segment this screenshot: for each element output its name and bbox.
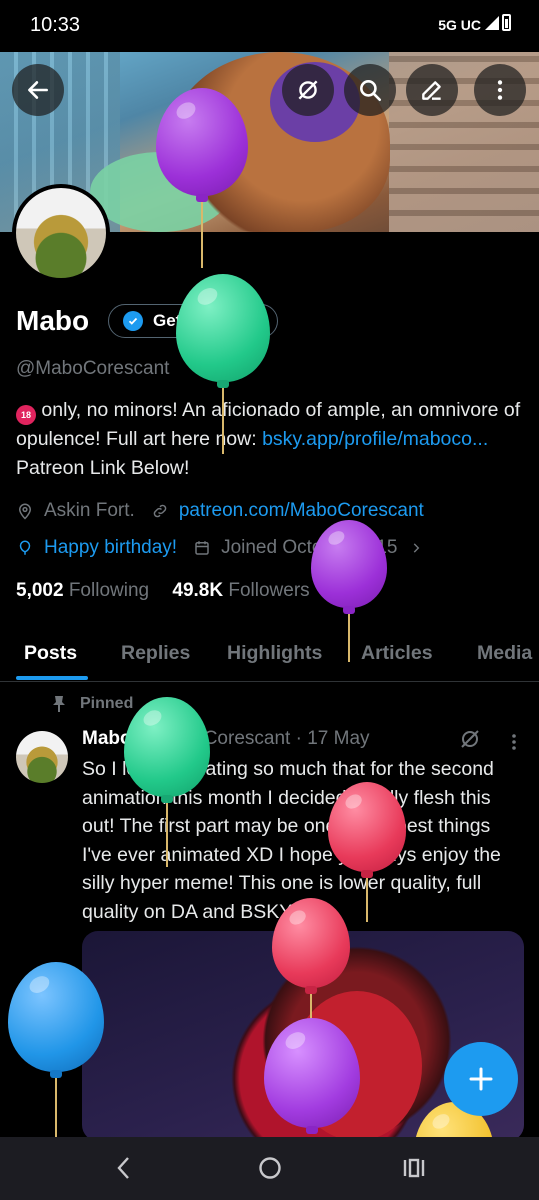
tab-highlights[interactable]: Highlights [227,642,322,665]
edit-icon [422,81,441,100]
grok-button[interactable] [282,64,334,116]
compose-fab[interactable] [444,1042,518,1116]
status-bar: 10:33 5G UC [0,0,539,52]
follow-counts: 5,002 Following 49.8K Followers [16,580,310,602]
bio-link[interactable]: bsky.app/profile/maboco... [262,428,488,450]
search-icon [360,80,382,102]
more-button[interactable] [474,64,526,116]
nav-recents-button[interactable] [401,1155,427,1186]
avatar[interactable] [12,184,110,282]
chevron-right-icon[interactable] [407,539,425,557]
post-avatar[interactable] [16,731,68,783]
profile-bio: 18 only, no minors! An aficionado of amp… [16,399,521,479]
profile-meta-row-1: Askin Fort. patreon.com/MaboCorescant [16,500,424,522]
birthday-balloon [311,520,387,662]
status-time: 10:33 [30,14,81,36]
no-minors-icon: 18 [16,405,36,425]
search-button[interactable] [344,64,396,116]
tab-posts[interactable]: Posts [24,642,77,665]
active-tab-indicator [16,676,88,680]
nav-home-button[interactable] [257,1155,283,1186]
website-link[interactable]: patreon.com/MaboCorescant [179,500,424,522]
plus-icon [469,1067,493,1091]
birthday-balloon [8,962,104,1140]
profile-tabs: Posts Replies Highlights Articles Media [0,630,539,682]
nav-back-button[interactable] [114,1155,134,1186]
recents-nav-icon [403,1158,425,1178]
more-icon [497,80,503,100]
back-nav-icon [117,1157,129,1179]
balloon-icon [16,539,34,557]
grok-icon [298,80,318,100]
following-link[interactable]: 5,002 Following [16,580,149,601]
birthday-balloon [176,274,270,454]
profile-handle: @MaboCorescant [16,358,170,379]
post-grok-button[interactable] [458,727,482,756]
network-label: 5G UC [438,17,481,33]
birthday-balloon [156,88,248,268]
tab-replies[interactable]: Replies [121,642,190,665]
pin-icon [53,696,65,712]
post-date: 17 May [307,728,370,749]
birthday-link[interactable]: Happy birthday! [44,537,177,559]
location-icon [16,502,34,520]
followers-link[interactable]: 49.8K Followers [172,580,309,601]
display-name: Mabo [16,305,90,336]
system-nav-bar [0,1137,539,1200]
link-icon [151,502,169,520]
birthday-balloon [264,1018,360,1140]
birthday-balloon [124,697,210,867]
battery-icon [502,14,511,31]
home-nav-icon [259,1157,281,1179]
grok-icon [461,730,479,748]
more-icon [512,734,516,750]
location-text: Askin Fort. [44,500,135,521]
tab-media[interactable]: Media [477,642,532,665]
verified-badge-icon [123,311,143,331]
edit-button[interactable] [406,64,458,116]
back-button[interactable] [12,64,64,116]
pinned-label-row: Pinned [52,695,133,713]
signal-icon [485,16,499,30]
back-arrow-icon [28,81,48,99]
calendar-icon [193,539,211,557]
birthday-balloon [272,898,350,1028]
